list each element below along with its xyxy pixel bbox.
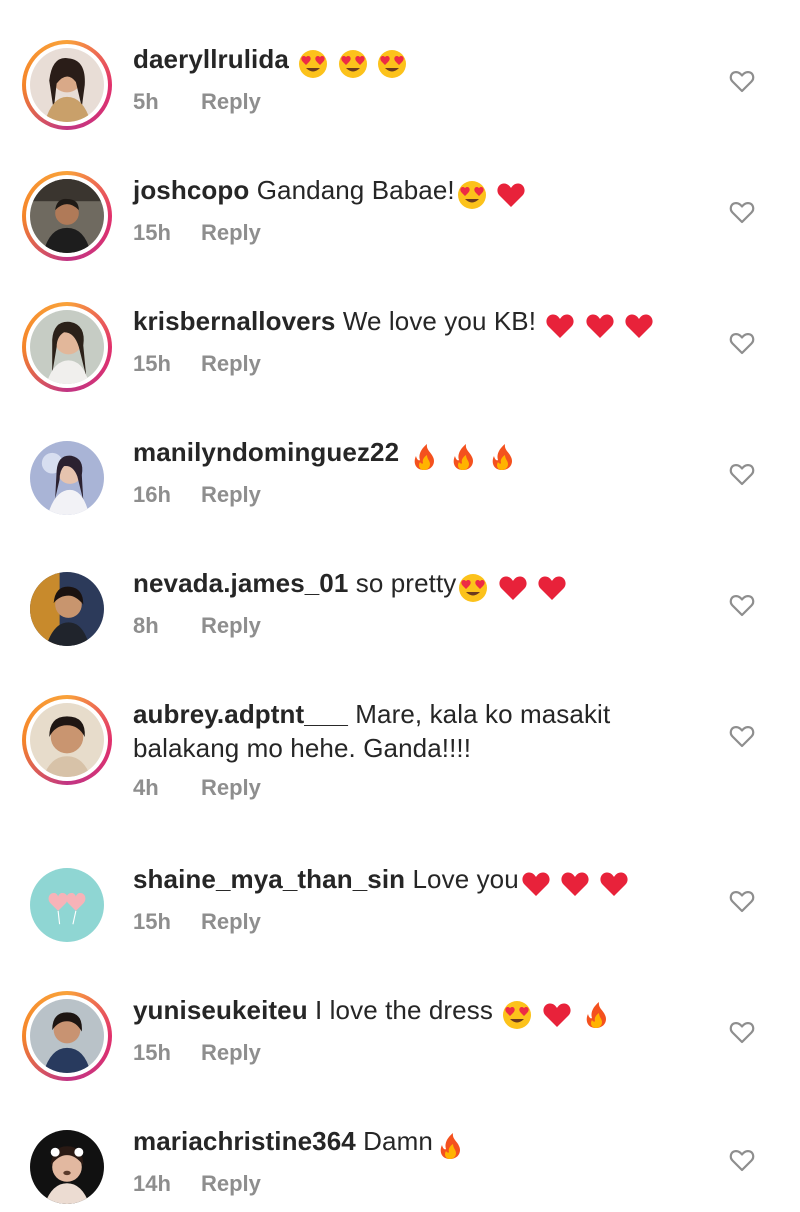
comment-username[interactable]: mariachristine364 [133,1126,356,1156]
comment-text: Damn [363,1126,433,1156]
comment-line: aubrey.adptnt___ Mare, kala ko masakit [133,697,703,731]
comment-username[interactable]: krisbernallovers [133,306,336,336]
comment-text-continued: balakang mo hehe. Ganda!!!! [133,733,472,763]
comment-emojis [545,307,656,341]
comment-emojis [435,1127,467,1161]
heart-eyes-emoji-icon [458,573,488,603]
like-heart-icon[interactable] [728,1146,756,1174]
red-heart-emoji-icon [498,573,528,603]
comment-username[interactable]: yuniseukeiteu [133,995,308,1025]
comment-text: Love you [412,864,519,894]
reply-button[interactable]: Reply [201,613,261,639]
reply-button[interactable]: Reply [201,775,261,801]
red-heart-emoji-icon [542,1000,572,1030]
comment-line: balakang mo hehe. Ganda!!!! [133,731,703,765]
fire-emoji-icon [409,442,439,472]
comment-emojis [458,569,569,603]
reply-button[interactable]: Reply [201,1040,261,1066]
comment-time: 14h [133,1171,171,1197]
comment-time: 15h [133,351,171,377]
reply-button[interactable]: Reply [201,89,261,115]
comment-text: We love you KB! [342,306,537,336]
comment-username[interactable]: shaine_mya_than_sin [133,864,405,894]
comment-line: yuniseukeiteu I love the dress [133,993,703,1030]
reply-button[interactable]: Reply [201,1171,261,1197]
avatar[interactable] [22,1122,112,1212]
avatar[interactable] [22,40,112,130]
comment-emojis [502,996,613,1030]
red-heart-emoji-icon [521,869,551,899]
avatar[interactable] [22,695,112,785]
comment-line: mariachristine364 Damn [133,1124,703,1161]
reply-button[interactable]: Reply [201,220,261,246]
comment-username[interactable]: nevada.james_01 [133,568,348,598]
like-heart-icon[interactable] [728,198,756,226]
fire-emoji-icon [448,442,478,472]
avatar[interactable] [22,433,112,523]
avatar[interactable] [22,991,112,1081]
comments-list: daeryllrulida 5h Reply joshcopo Gandang … [0,0,800,1212]
comment-time: 15h [133,1040,171,1066]
like-heart-icon[interactable] [728,1018,756,1046]
reply-button[interactable]: Reply [201,482,261,508]
comment-text: Gandang Babae! [256,175,455,205]
comment-time: 4h [133,775,159,800]
comment-time: 16h [133,482,171,508]
comment-time: 5h [133,89,159,115]
red-heart-emoji-icon [560,869,590,899]
avatar[interactable] [22,860,112,950]
heart-eyes-emoji-icon [298,49,328,79]
comment-line: manilyndominguez22 [133,435,703,472]
red-heart-emoji-icon [585,311,615,341]
red-heart-emoji-icon [496,180,526,210]
avatar[interactable] [22,302,112,392]
comment-line: nevada.james_01 so pretty [133,566,703,603]
heart-eyes-emoji-icon [338,49,368,79]
comment-username[interactable]: daeryllrulida [133,44,289,74]
reply-button[interactable]: Reply [201,909,261,935]
comment-emojis [457,176,528,210]
like-heart-icon[interactable] [728,591,756,619]
heart-eyes-emoji-icon [502,1000,532,1030]
heart-eyes-emoji-icon [457,180,487,210]
comment-username[interactable]: manilyndominguez22 [133,437,399,467]
red-heart-emoji-icon [624,311,654,341]
red-heart-emoji-icon [537,573,567,603]
fire-emoji-icon [581,1000,611,1030]
comment-line: krisbernallovers We love you KB! [133,304,703,341]
comment-line: joshcopo Gandang Babae! [133,173,703,210]
heart-eyes-emoji-icon [377,49,407,79]
comment-time: 8h [133,613,159,639]
avatar[interactable] [22,564,112,654]
comment-time: 15h [133,909,171,935]
like-heart-icon[interactable] [728,722,756,750]
comment-line: daeryllrulida [133,42,703,79]
comment-username[interactable]: aubrey.adptnt___ [133,699,348,729]
fire-emoji-icon [487,442,517,472]
fire-emoji-icon [435,1131,465,1161]
red-heart-emoji-icon [545,311,575,341]
comment-emojis [521,865,632,899]
reply-button[interactable]: Reply [201,351,261,377]
comment-text: so pretty [355,568,457,598]
red-heart-emoji-icon [599,869,629,899]
comment-emojis [298,45,409,79]
avatar[interactable] [22,171,112,261]
comment-time: 15h [133,220,171,246]
comment-text: I love the dress [315,995,493,1025]
like-heart-icon[interactable] [728,460,756,488]
like-heart-icon[interactable] [728,887,756,915]
like-heart-icon[interactable] [728,329,756,357]
comment-username[interactable]: joshcopo [133,175,249,205]
like-heart-icon[interactable] [728,67,756,95]
comment-text: Mare, kala ko masakit [355,699,611,729]
comment-line: shaine_mya_than_sin Love you [133,862,703,899]
comment-emojis [409,438,520,472]
